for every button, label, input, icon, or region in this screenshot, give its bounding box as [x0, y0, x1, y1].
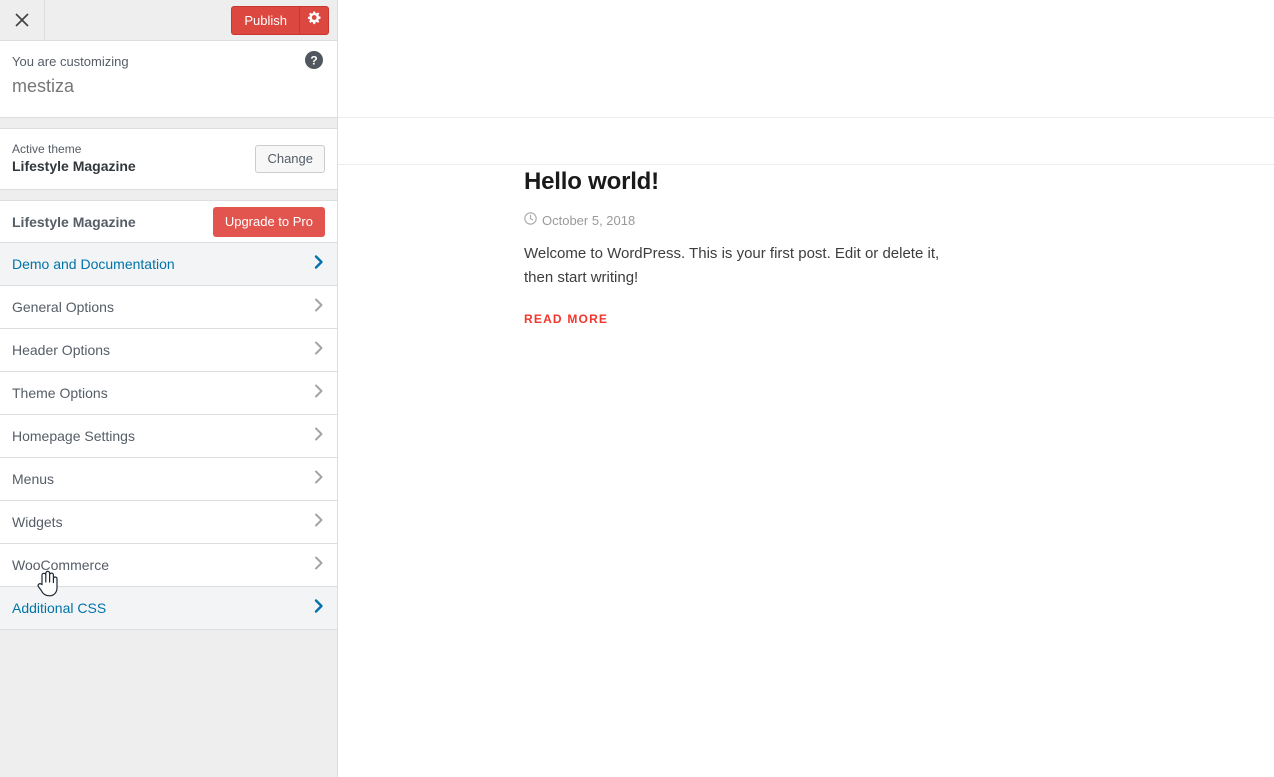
pro-row-label: Lifestyle Magazine — [12, 213, 136, 230]
theme-pro-row: Lifestyle Magazine Upgrade to Pro — [0, 200, 337, 243]
panel-item-additional-css[interactable]: Additional CSS — [0, 587, 337, 630]
panel-item-label: Homepage Settings — [12, 427, 135, 444]
chevron-right-icon — [312, 339, 326, 362]
chevron-right-icon — [312, 382, 326, 405]
site-title: mestiza — [12, 76, 75, 96]
chevron-right-icon — [312, 554, 326, 577]
post-meta: October 5, 2018 — [524, 212, 964, 228]
help-circle-icon[interactable]: ? — [304, 50, 324, 70]
customizing-eyebrow: You are customizing — [12, 54, 129, 69]
post-excerpt: Welcome to WordPress. This is your first… — [524, 245, 940, 286]
chevron-right-icon — [312, 511, 326, 534]
close-icon — [15, 13, 29, 27]
chevron-right-icon — [312, 253, 326, 276]
chevron-right-icon — [312, 296, 326, 319]
panel-item-theme-options[interactable]: Theme Options — [0, 372, 337, 415]
panel-item-label: Demo and Documentation — [12, 255, 175, 272]
panel-item-header-options[interactable]: Header Options — [0, 329, 337, 372]
header-spacer — [45, 0, 231, 40]
panel-item-homepage-settings[interactable]: Homepage Settings — [0, 415, 337, 458]
sidebar-gap-2 — [0, 190, 337, 200]
active-theme-label: Active theme — [12, 142, 82, 156]
panel-item-widgets[interactable]: Widgets — [0, 501, 337, 544]
publish-button-group: Publish — [231, 5, 329, 35]
customizer-sidebar: Publish You are customizing mestiza ? Ac… — [0, 0, 338, 777]
publish-button[interactable]: Publish — [231, 5, 299, 35]
panel-item-label: Widgets — [12, 513, 63, 530]
change-theme-button[interactable]: Change — [255, 144, 325, 173]
panel-item-label: WooCommerce — [12, 556, 109, 573]
panel-item-woocommerce[interactable]: WooCommerce — [0, 544, 337, 587]
sidebar-empty-area — [0, 630, 337, 777]
clock-icon — [524, 212, 537, 228]
panel-item-general-options[interactable]: General Options — [0, 286, 337, 329]
sidebar-gap-1 — [0, 118, 337, 128]
post-date: October 5, 2018 — [542, 212, 636, 228]
active-theme-section: Active theme Lifestyle Magazine Change — [0, 128, 337, 190]
svg-text:?: ? — [310, 54, 317, 68]
panel-item-label: Additional CSS — [12, 599, 107, 616]
active-theme-name: Lifestyle Magazine — [12, 158, 136, 174]
customizer-header-bar: Publish — [0, 0, 337, 41]
chevron-right-icon — [312, 468, 326, 491]
customizing-info-panel: You are customizing mestiza ? — [0, 41, 337, 118]
panel-item-label: Menus — [12, 470, 55, 487]
publish-settings-button[interactable] — [299, 5, 329, 35]
chevron-right-icon — [312, 597, 326, 620]
preview-post: Hello world! October 5, 2018 Welcome to … — [524, 0, 964, 328]
gear-icon — [307, 10, 322, 30]
chevron-right-icon — [312, 425, 326, 448]
read-more-link[interactable]: READ MORE — [524, 312, 608, 326]
panel-item-label: General Options — [12, 298, 114, 315]
customizer-panel-list: Demo and Documentation General Options Hea… — [0, 243, 337, 630]
upgrade-to-pro-button[interactable]: Upgrade to Pro — [212, 206, 325, 237]
panel-item-label: Theme Options — [12, 384, 108, 401]
close-customizer-button[interactable] — [0, 0, 45, 40]
panel-item-demo-and-documentation[interactable]: Demo and Documentation — [0, 243, 337, 286]
site-preview-frame[interactable]: Hello world! October 5, 2018 Welcome to … — [338, 0, 1274, 777]
active-theme-text: Active theme Lifestyle Magazine — [12, 141, 136, 176]
post-title: Hello world! — [524, 168, 659, 195]
customizer-screen: Publish You are customizing mestiza ? Ac… — [0, 0, 1274, 777]
panel-item-menus[interactable]: Menus — [0, 458, 337, 501]
panel-item-label: Header Options — [12, 341, 111, 358]
